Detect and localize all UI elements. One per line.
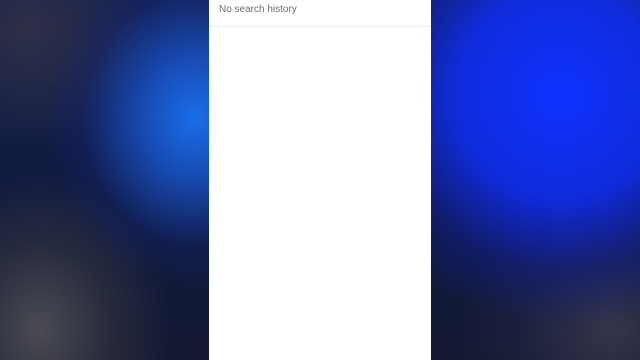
search-history-panel: No search history <box>209 0 431 360</box>
no-search-history-label: No search history <box>219 4 297 15</box>
search-history-empty-row: No search history <box>209 0 431 27</box>
